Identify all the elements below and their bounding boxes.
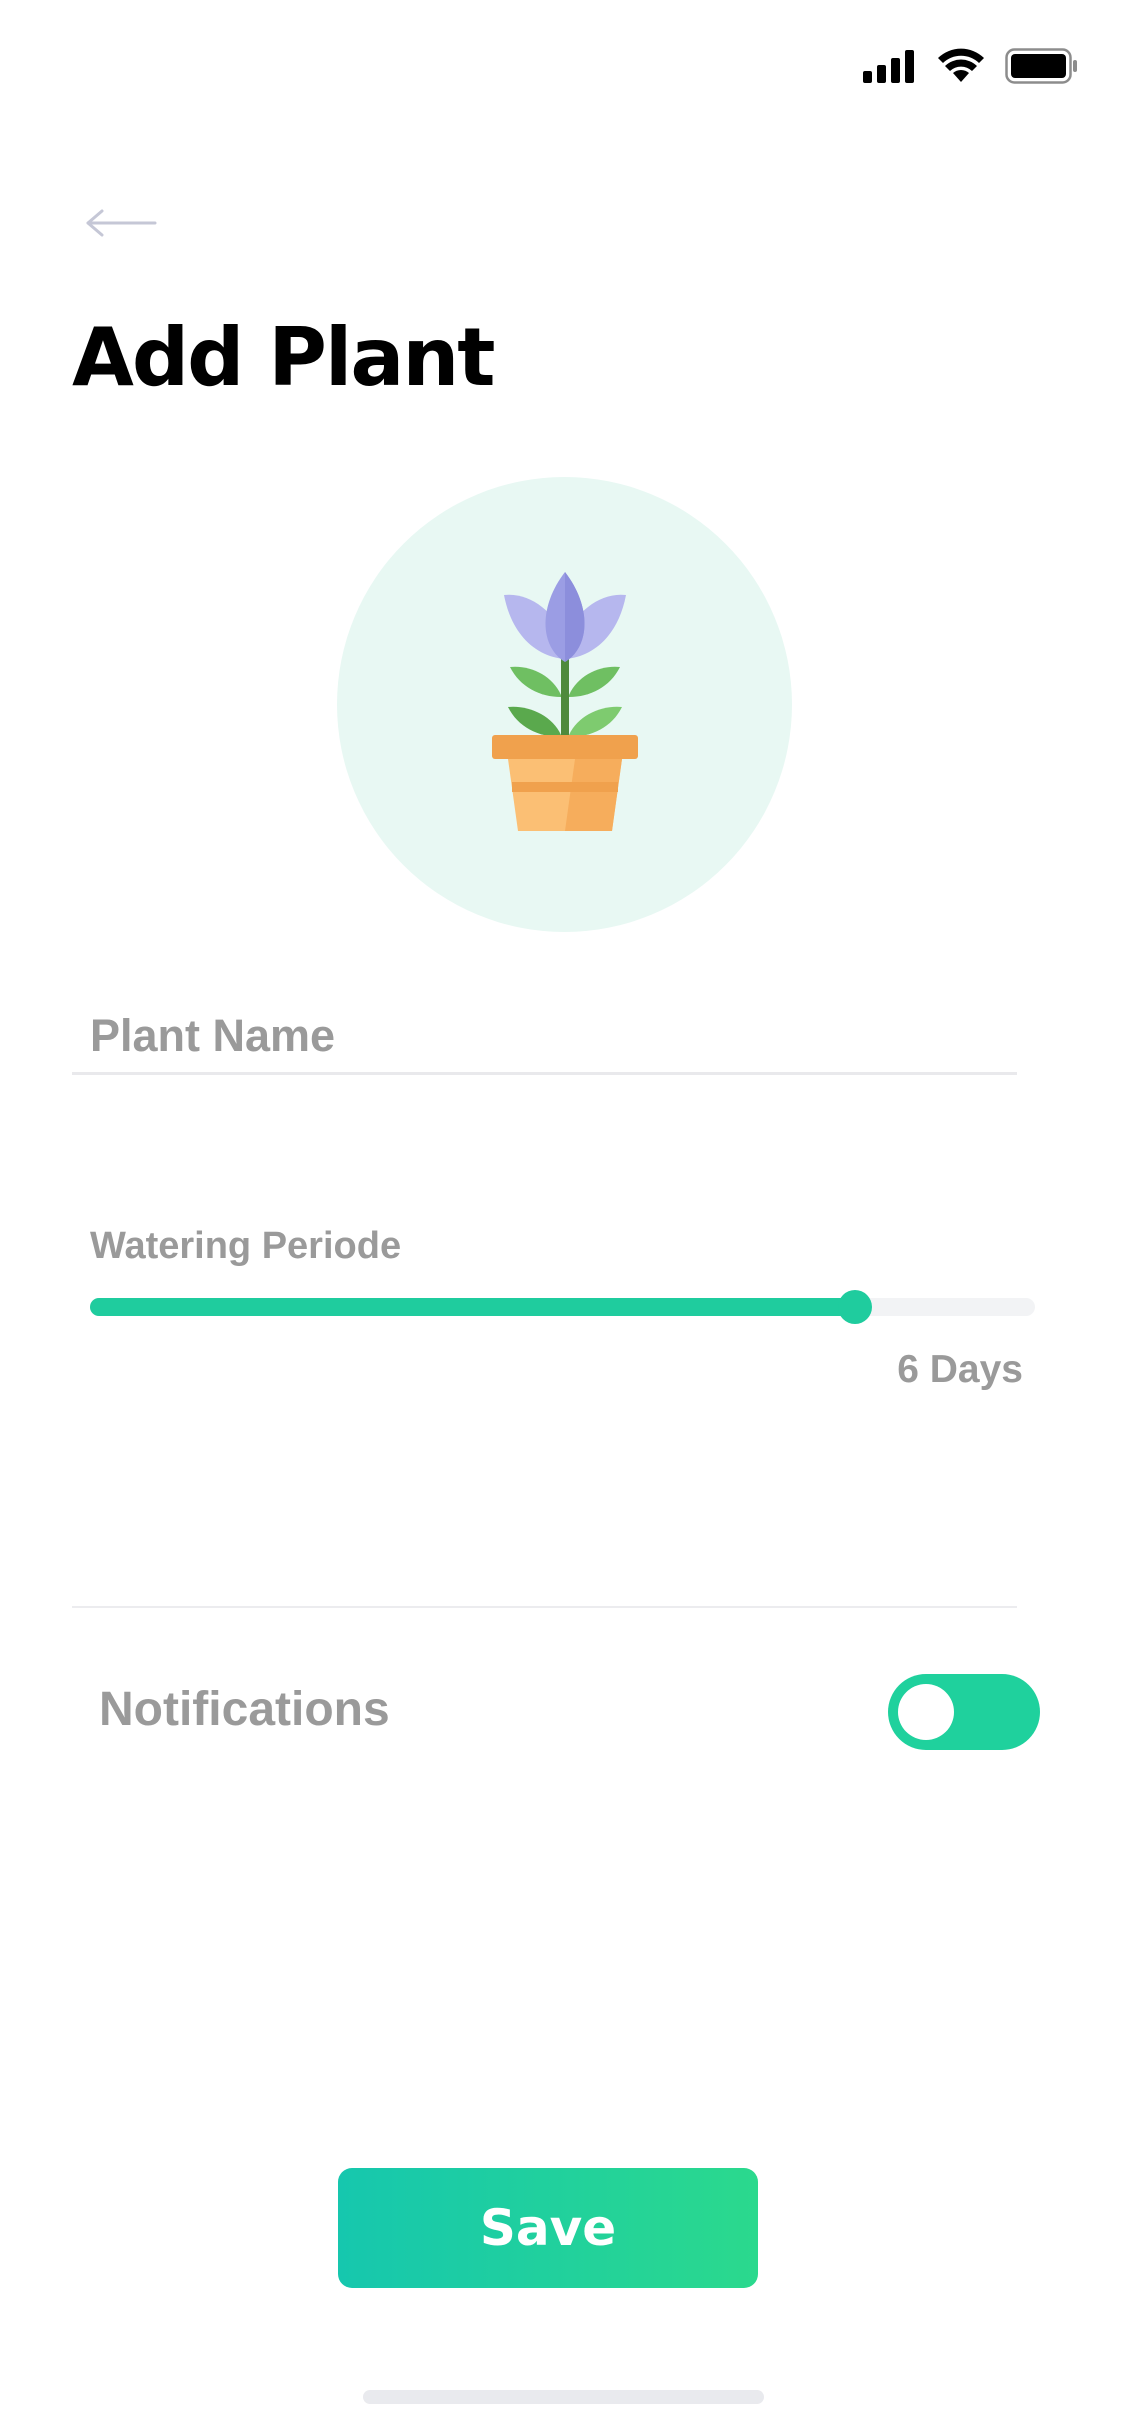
toggle-knob [898,1684,954,1740]
wifi-icon [937,48,985,89]
home-indicator [363,2390,764,2404]
back-button[interactable] [85,200,165,250]
status-bar [863,47,1079,89]
page-title: Add Plant [72,311,496,404]
watering-period-value: 6 Days [897,1348,1023,1391]
battery-icon [1005,47,1079,89]
plant-name-input[interactable] [90,1010,1017,1062]
watering-period-slider[interactable] [90,1290,1035,1324]
plant-name-field[interactable] [72,1000,1017,1075]
slider-thumb[interactable] [838,1290,873,1324]
watering-period-label: Watering Periode [90,1225,402,1267]
notifications-toggle[interactable] [888,1674,1040,1750]
cellular-signal-icon [863,49,917,88]
divider [72,1606,1017,1608]
save-button[interactable]: Save [338,2168,758,2288]
potted-plant-icon [490,567,640,842]
slider-fill [90,1298,856,1316]
arrow-left-icon [85,208,157,243]
notifications-label: Notifications [99,1683,390,1736]
plant-image-picker[interactable] [337,477,792,932]
